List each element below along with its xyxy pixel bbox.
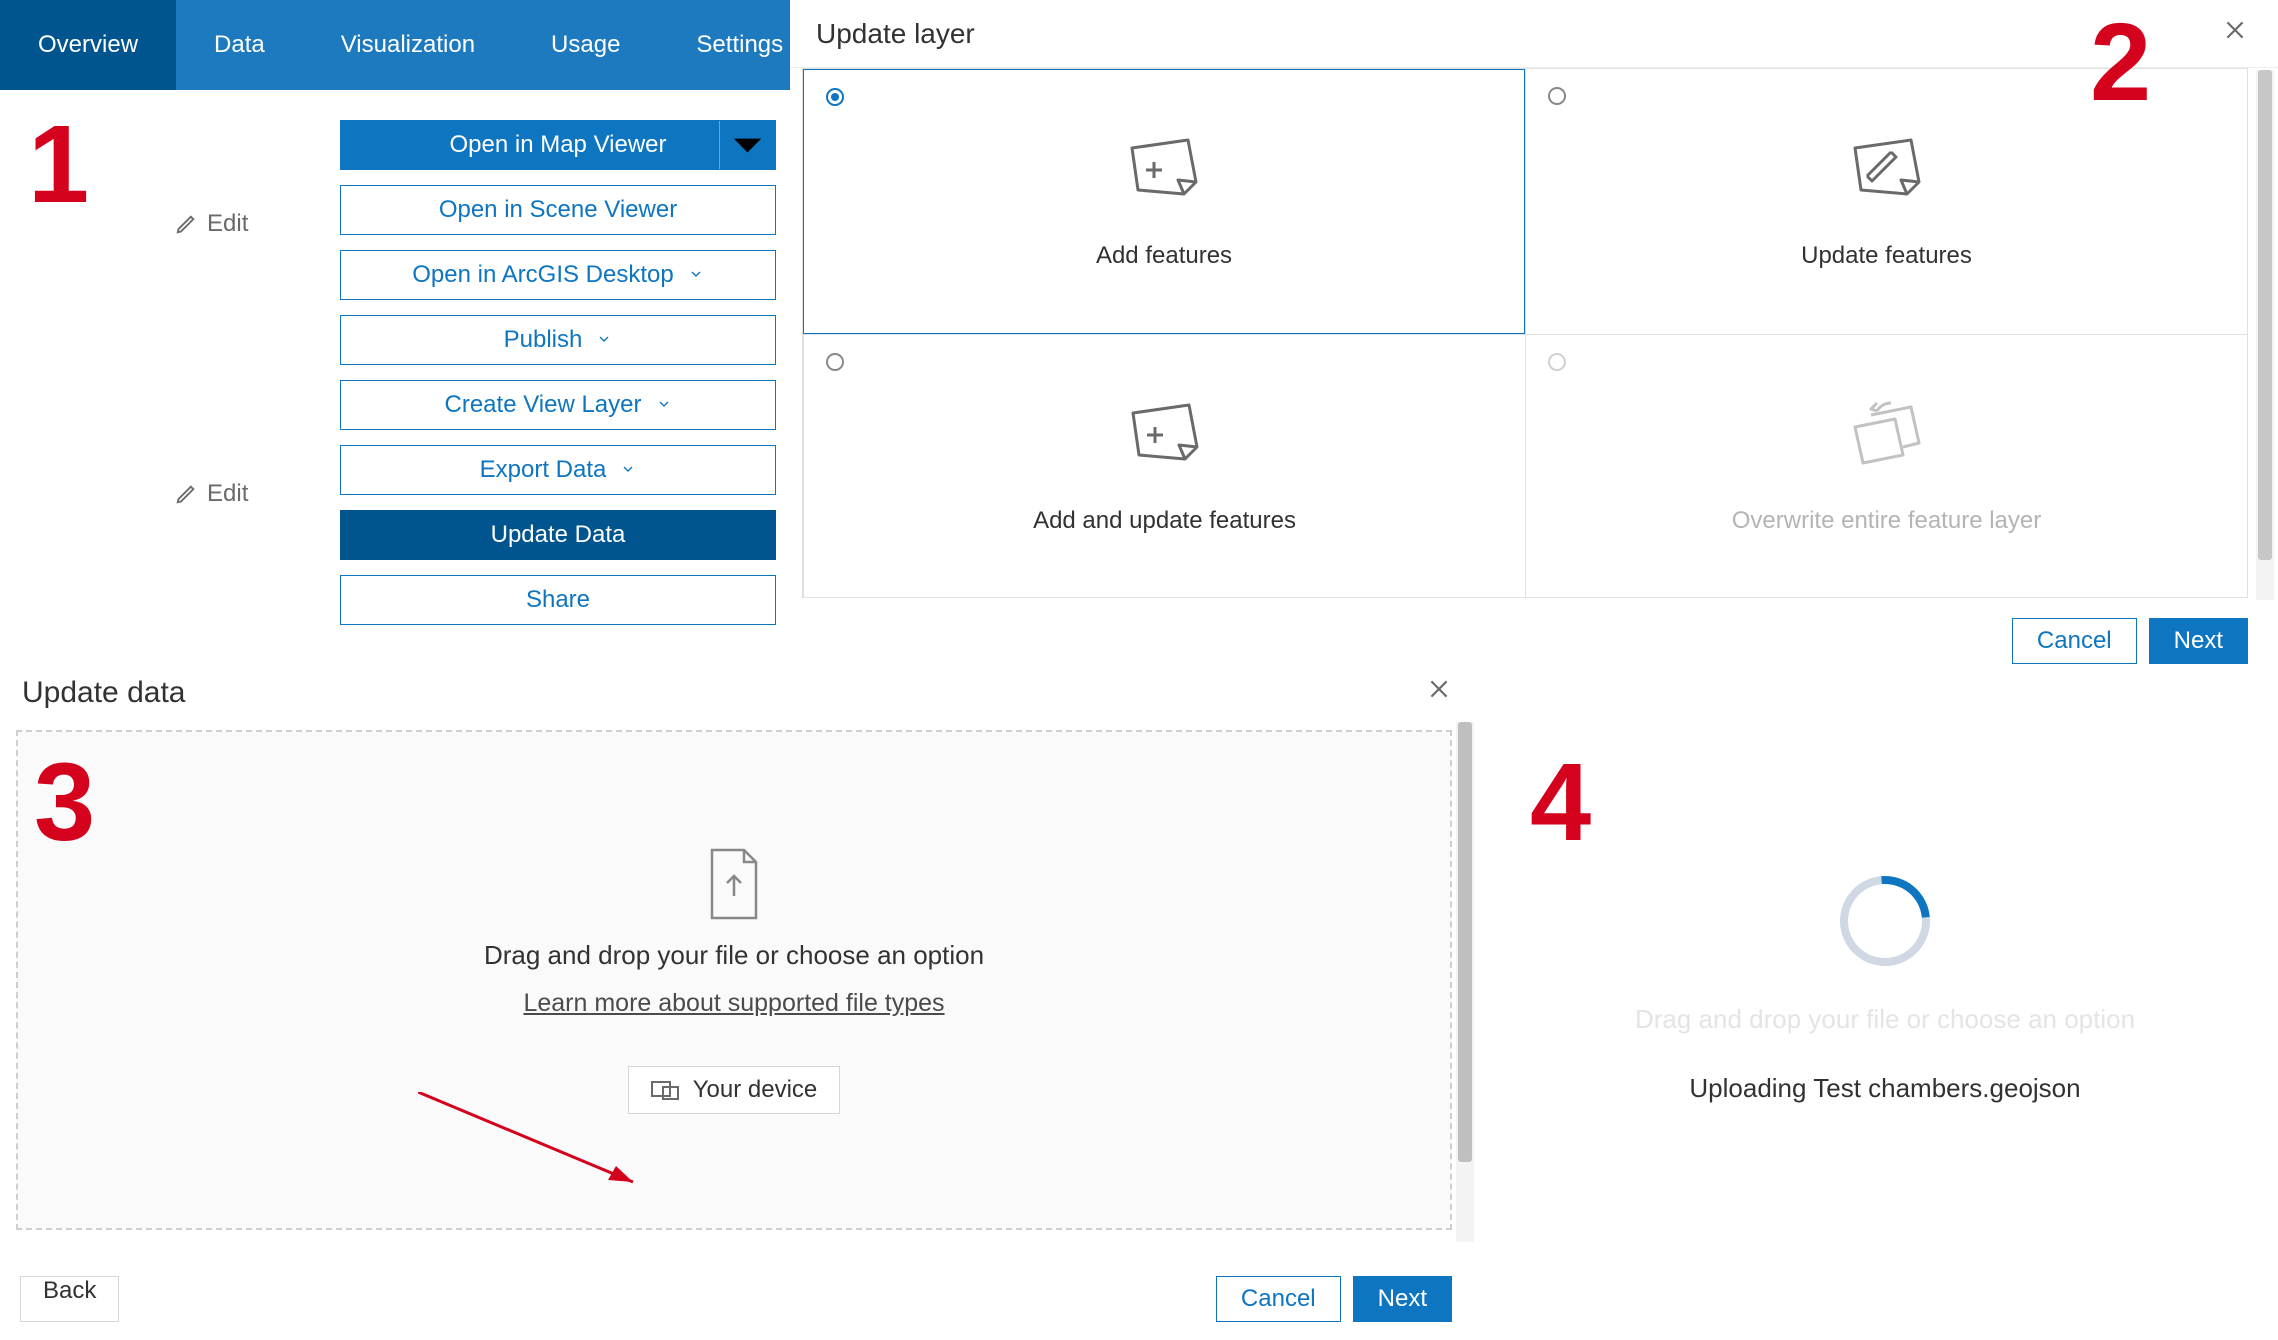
option-label: Overwrite entire feature layer bbox=[1732, 507, 2041, 535]
option-add-features[interactable]: Add features bbox=[803, 69, 1525, 334]
button-label: Publish bbox=[504, 326, 583, 354]
dropzone-prompt: Drag and drop your file or choose an opt… bbox=[484, 940, 984, 971]
tab-usage[interactable]: Usage bbox=[513, 0, 658, 90]
dropzone-ghost-text: Drag and drop your file or choose an opt… bbox=[1635, 1004, 2135, 1035]
modal-footer: Cancel Next bbox=[2012, 618, 2248, 664]
action-button-column: Open in Map Viewer Open in Scene Viewer … bbox=[340, 120, 776, 625]
chevron-down-icon bbox=[596, 326, 612, 354]
close-icon[interactable] bbox=[1426, 676, 1452, 710]
modal-title: Update layer bbox=[816, 18, 975, 50]
radio-icon bbox=[1548, 353, 1566, 371]
scrollbar[interactable] bbox=[2256, 70, 2274, 600]
button-label: Create View Layer bbox=[445, 391, 642, 419]
loading-spinner-icon bbox=[1822, 858, 1949, 985]
layer-add-icon bbox=[1124, 132, 1204, 202]
option-label: Add and update features bbox=[1033, 507, 1296, 535]
button-label: Open in ArcGIS Desktop bbox=[412, 261, 673, 289]
tab-visualization[interactable]: Visualization bbox=[303, 0, 513, 90]
option-overwrite-layer: Overwrite entire feature layer bbox=[1525, 334, 2247, 598]
learn-more-link[interactable]: Learn more about supported file types bbox=[523, 989, 944, 1018]
pencil-icon bbox=[175, 483, 197, 505]
edit-label: Edit bbox=[207, 210, 248, 238]
annotation-arrow bbox=[418, 1092, 658, 1192]
next-button[interactable]: Next bbox=[1353, 1276, 1452, 1322]
uploading-panel: Drag and drop your file or choose an opt… bbox=[1510, 720, 2260, 1260]
edit-description-link[interactable]: Edit bbox=[175, 210, 248, 238]
button-label: Update Data bbox=[491, 521, 626, 549]
cancel-button[interactable]: Cancel bbox=[2012, 618, 2137, 664]
file-dropzone[interactable]: Drag and drop your file or choose an opt… bbox=[16, 730, 1452, 1230]
uploading-status: Uploading Test chambers.geojson bbox=[1689, 1073, 2080, 1104]
option-add-and-update-features[interactable]: Add and update features bbox=[803, 334, 1525, 598]
close-icon[interactable] bbox=[2222, 17, 2248, 50]
button-label: Open in Map Viewer bbox=[449, 131, 666, 159]
open-in-scene-viewer-button[interactable]: Open in Scene Viewer bbox=[340, 185, 776, 235]
layer-add-update-icon bbox=[1125, 397, 1205, 467]
button-label: Your device bbox=[693, 1076, 818, 1104]
option-label: Add features bbox=[1096, 242, 1232, 270]
cancel-button[interactable]: Cancel bbox=[1216, 1276, 1341, 1322]
chevron-down-icon bbox=[620, 456, 636, 484]
open-in-arcgis-desktop-button[interactable]: Open in ArcGIS Desktop bbox=[340, 250, 776, 300]
device-icon bbox=[651, 1079, 679, 1101]
modal-header: Update data bbox=[0, 660, 1480, 730]
scrollbar[interactable] bbox=[1456, 722, 1474, 1242]
option-update-features[interactable]: Update features bbox=[1525, 69, 2247, 334]
option-label: Update features bbox=[1801, 242, 1972, 270]
modal-header: Update layer bbox=[790, 0, 2278, 68]
file-upload-icon bbox=[704, 846, 764, 922]
radio-icon bbox=[1548, 87, 1566, 105]
share-button[interactable]: Share bbox=[340, 575, 776, 625]
option-grid: Add features Update features Add and upd… bbox=[802, 68, 2248, 598]
modal-footer: Back Cancel Next bbox=[0, 1276, 1480, 1322]
chevron-down-icon bbox=[688, 261, 704, 289]
pencil-icon bbox=[175, 213, 197, 235]
update-data-modal: Update data Drag and drop your file or c… bbox=[0, 660, 1480, 1340]
radio-icon bbox=[826, 353, 844, 371]
button-label: Export Data bbox=[480, 456, 607, 484]
tab-overview[interactable]: Overview bbox=[0, 0, 176, 90]
next-button[interactable]: Next bbox=[2149, 618, 2248, 664]
layer-overwrite-icon bbox=[1847, 397, 1927, 467]
your-device-button[interactable]: Your device bbox=[628, 1066, 841, 1114]
button-label: Open in Scene Viewer bbox=[439, 196, 677, 224]
update-data-button[interactable]: Update Data bbox=[340, 510, 776, 560]
back-button[interactable]: Back bbox=[20, 1276, 119, 1322]
chevron-down-icon[interactable] bbox=[719, 121, 775, 169]
layer-update-icon bbox=[1847, 132, 1927, 202]
tab-data[interactable]: Data bbox=[176, 0, 303, 90]
open-in-map-viewer-button[interactable]: Open in Map Viewer bbox=[340, 120, 776, 170]
tab-bar: Overview Data Visualization Usage Settin… bbox=[0, 0, 790, 90]
scrollbar-thumb[interactable] bbox=[1458, 722, 1472, 1162]
edit-terms-link[interactable]: Edit bbox=[175, 480, 248, 508]
update-layer-modal: Update layer Add features Update feature… bbox=[790, 0, 2278, 680]
export-data-button[interactable]: Export Data bbox=[340, 445, 776, 495]
modal-title: Update data bbox=[22, 676, 185, 710]
edit-label: Edit bbox=[207, 480, 248, 508]
chevron-down-icon bbox=[656, 391, 672, 419]
create-view-layer-button[interactable]: Create View Layer bbox=[340, 380, 776, 430]
button-label: Share bbox=[526, 586, 590, 614]
scrollbar-thumb[interactable] bbox=[2258, 70, 2272, 560]
item-page-quadrant: Overview Data Visualization Usage Settin… bbox=[0, 0, 790, 640]
publish-button[interactable]: Publish bbox=[340, 315, 776, 365]
radio-icon bbox=[826, 88, 844, 106]
